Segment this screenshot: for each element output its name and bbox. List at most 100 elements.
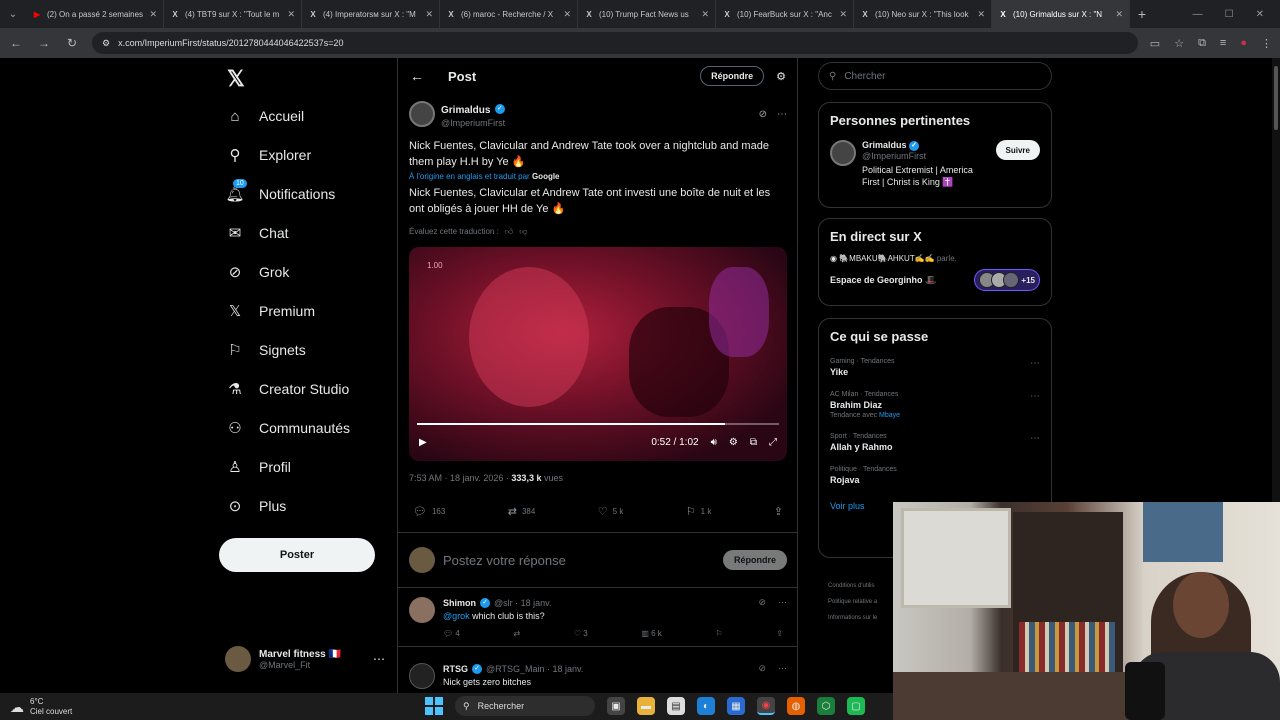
- play-icon[interactable]: ▶: [419, 437, 427, 448]
- forward-arrow-icon[interactable]: →: [36, 36, 52, 50]
- more-icon[interactable]: ⋯: [777, 109, 787, 120]
- profile-icon[interactable]: ●: [1240, 37, 1247, 50]
- nav-item-chat[interactable]: ✉ Chat: [225, 218, 289, 248]
- edge-icon[interactable]: ◐: [697, 697, 715, 715]
- store-icon[interactable]: ▦: [727, 697, 745, 715]
- close-icon[interactable]: ✕: [287, 9, 295, 20]
- nav-item-profile[interactable]: ♙ Profil: [225, 452, 291, 482]
- extensions-icon[interactable]: ⧉: [1198, 37, 1206, 50]
- close-icon[interactable]: ✕: [839, 9, 847, 20]
- trend-item[interactable]: Sport · Tendances Allah y Rahmo ⋯: [830, 433, 1040, 452]
- settings-icon[interactable]: ⚙: [729, 437, 738, 448]
- browser-tab[interactable]: X (10) FearBuck sur X : "Anc ✕: [716, 0, 854, 28]
- close-icon[interactable]: ✕: [1115, 9, 1123, 20]
- nav-item-communities[interactable]: ⚇ Communautés: [225, 413, 350, 443]
- reply-post[interactable]: RTSG ✓ @RTSG_Main · 18 janv. ⊘ ⋯ Nick gets z…: [398, 655, 797, 693]
- volume-icon[interactable]: 🔊︎: [711, 437, 717, 448]
- nav-item-explore[interactable]: ⚲ Explorer: [225, 140, 312, 170]
- author-handle[interactable]: @ImperiumFirst: [441, 118, 505, 128]
- scrollbar-thumb[interactable]: [1274, 66, 1278, 130]
- close-icon[interactable]: ✕: [563, 9, 571, 20]
- file-explorer-icon[interactable]: ▬: [637, 697, 655, 715]
- tab-list-button[interactable]: ⌄: [0, 0, 26, 28]
- avatar[interactable]: [830, 140, 856, 166]
- reply-button[interactable]: 💬︎ 4: [443, 629, 460, 638]
- live-space-row[interactable]: Espace de Georginho 🎩 +15: [830, 269, 1040, 291]
- browser-tab[interactable]: ▶ (2) On a passé 2 semaines ✕: [26, 0, 164, 28]
- person-row[interactable]: Grimaldus ✓ @ImperiumFirst Political Ext…: [830, 140, 1040, 188]
- more-icon[interactable]: ⋯: [1030, 391, 1040, 402]
- more-icon[interactable]: ⋯: [373, 652, 385, 666]
- taskbar-search[interactable]: ⚲ Rechercher: [455, 696, 595, 716]
- fullscreen-icon[interactable]: ⤢: [769, 437, 777, 448]
- more-icon[interactable]: ⋯: [1030, 358, 1040, 369]
- browser-tab[interactable]: X (4) Imperatorsм sur X : "M ✕: [302, 0, 440, 28]
- minimize-icon[interactable]: —: [1193, 9, 1203, 20]
- bookmark-button[interactable]: ⚐ 1 k: [686, 505, 712, 518]
- repost-button[interactable]: ⇄: [513, 629, 520, 638]
- more-icon[interactable]: ⋯: [778, 663, 787, 674]
- browser-tab[interactable]: X (4) TBT9 sur X : "Tout le m ✕: [164, 0, 302, 28]
- live-participants[interactable]: +15: [974, 269, 1040, 291]
- search-input[interactable]: ⚲ Chercher: [818, 62, 1052, 90]
- pip-icon[interactable]: ⧉: [750, 437, 757, 448]
- share-icon[interactable]: ⇪: [776, 629, 783, 638]
- browser-tab-active[interactable]: X (10) Grimaldus sur X : "N ✕: [992, 0, 1130, 28]
- video-player[interactable]: 1.00 ▶ 0:52 / 1:02 🔊︎ ⚙ ⧉ ⤢: [409, 247, 787, 461]
- notepad-icon[interactable]: ▤: [667, 697, 685, 715]
- app-icon[interactable]: ⬡: [817, 697, 835, 715]
- cast-icon[interactable]: ▭: [1150, 37, 1160, 50]
- bookmark-icon[interactable]: ⚐: [715, 629, 722, 638]
- reply-author-name[interactable]: RTSG: [443, 664, 468, 674]
- post-button[interactable]: Poster: [219, 538, 375, 572]
- reading-list-icon[interactable]: ≡: [1220, 37, 1226, 50]
- new-tab-button[interactable]: +: [1130, 6, 1154, 22]
- footer-link[interactable]: Informations sur le: [828, 610, 877, 626]
- sliders-icon[interactable]: ⚙: [776, 70, 786, 83]
- avatar[interactable]: [409, 597, 435, 623]
- views-button[interactable]: ▥ 6 k: [641, 629, 661, 638]
- close-icon[interactable]: ✕: [977, 9, 985, 20]
- nav-item-grok[interactable]: ⊘ Grok: [225, 257, 290, 287]
- more-icon[interactable]: ⋯: [1030, 433, 1040, 444]
- trend-item[interactable]: Gaming · Tendances Yike ⋯: [830, 358, 1040, 377]
- footer-link[interactable]: Conditions d'utilis: [828, 578, 877, 594]
- account-switcher[interactable]: Marvel fitness 🇫🇷 @Marvel_Fit ⋯: [225, 646, 385, 672]
- site-info-icon[interactable]: ⚙: [102, 38, 110, 49]
- author-name[interactable]: Grimaldus: [441, 105, 490, 116]
- x-logo-icon[interactable]: 𝕏: [227, 66, 245, 92]
- nav-item-premium[interactable]: 𝕏 Premium: [225, 296, 315, 326]
- browser-tab[interactable]: X (10) Trump Fact News us ✕: [578, 0, 716, 28]
- close-window-icon[interactable]: ✕: [1256, 9, 1264, 20]
- thumbs-down-icon[interactable]: 👎︎: [519, 227, 527, 237]
- task-view-icon[interactable]: ▣: [607, 697, 625, 715]
- close-icon[interactable]: ✕: [425, 9, 433, 20]
- reload-icon[interactable]: ↻: [64, 36, 80, 50]
- browser-tab[interactable]: X (10) Neo sur X : "This look ✕: [854, 0, 992, 28]
- back-arrow-icon[interactable]: ←: [8, 36, 24, 50]
- trend-with-link[interactable]: Mbaye: [879, 412, 900, 419]
- weather-widget[interactable]: ☁ 6°C Ciel couvert: [0, 697, 72, 717]
- nav-item-creator-studio[interactable]: ⚗ Creator Studio: [225, 374, 349, 404]
- reply-button[interactable]: 💬︎ 163: [413, 505, 445, 518]
- like-button[interactable]: ♡ 5 k: [598, 505, 624, 518]
- nav-item-notifications[interactable]: 🔔︎ 10 Notifications: [225, 179, 335, 209]
- close-icon[interactable]: ✕: [701, 9, 709, 20]
- reply-author-name[interactable]: Shimon: [443, 598, 476, 608]
- nav-item-more[interactable]: ⊙ Plus: [225, 491, 287, 521]
- url-field[interactable]: ⚙ x.com/ImperiumFirst/status/20127804440…: [92, 32, 1138, 54]
- mention-link[interactable]: @grok: [443, 611, 470, 621]
- firefox-icon[interactable]: ◍: [787, 697, 805, 715]
- share-button[interactable]: ⇪: [774, 505, 783, 518]
- trend-item[interactable]: AC Milan · Tendances Brahim Diaz Tendanc…: [830, 391, 1040, 419]
- chrome-icon[interactable]: ◉: [757, 697, 775, 715]
- windows-start-icon[interactable]: [425, 697, 443, 715]
- video-progress-bar[interactable]: [417, 423, 779, 425]
- reply-submit-button[interactable]: Répondre: [722, 550, 787, 570]
- reply-chip-button[interactable]: Répondre: [700, 66, 765, 86]
- like-button[interactable]: ♡ 3: [574, 629, 588, 638]
- trend-item[interactable]: Politique · Tendances Rojava: [830, 466, 1040, 485]
- back-arrow-icon[interactable]: ←: [410, 68, 424, 84]
- browser-menu-icon[interactable]: ⋮: [1261, 37, 1272, 50]
- star-icon[interactable]: ☆: [1174, 37, 1184, 50]
